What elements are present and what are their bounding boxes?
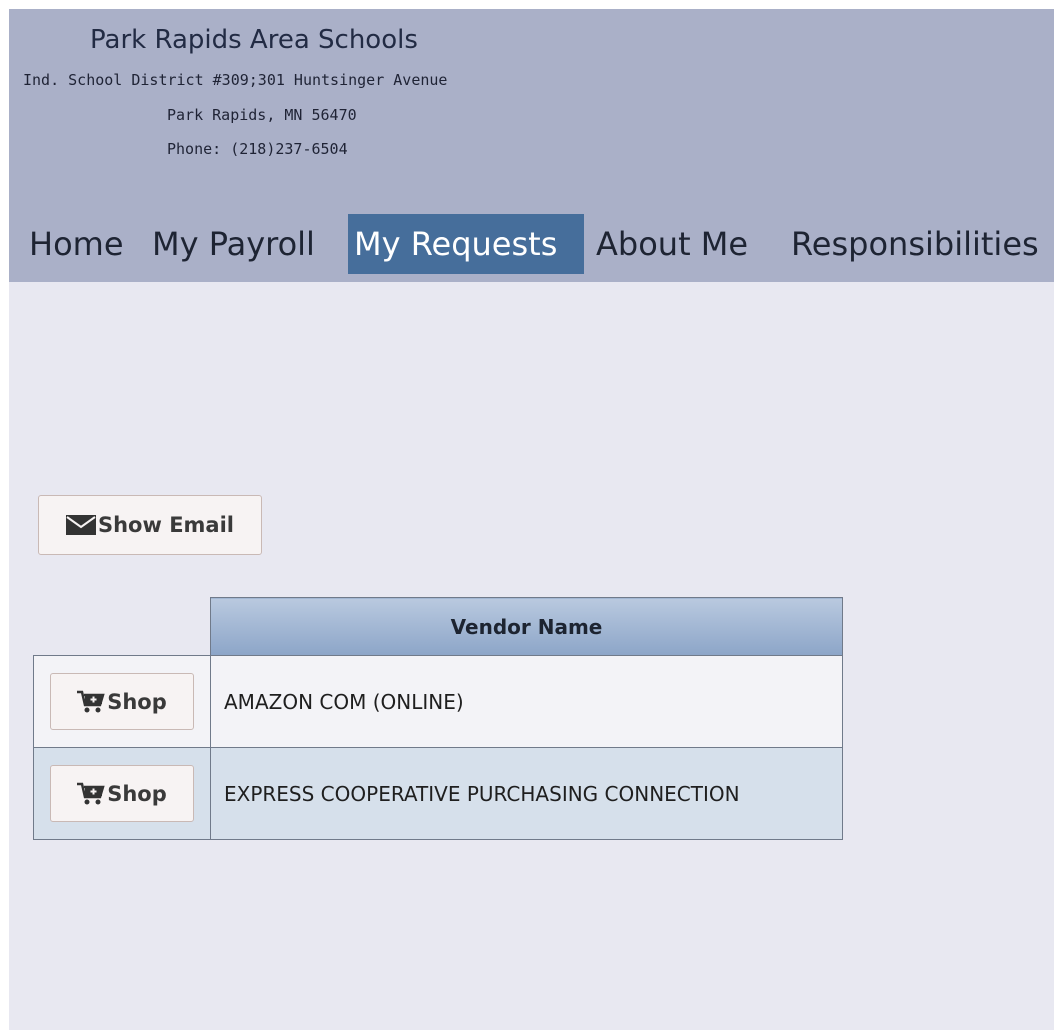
show-email-label: Show Email xyxy=(97,513,234,537)
address-line-1: Ind. School District #309;301 Huntsinger… xyxy=(23,71,448,89)
envelope-icon xyxy=(65,515,96,535)
main-nav: Home My Payroll My Requests About Me Res… xyxy=(9,214,1054,274)
table-row: Shop AMAZON COM (ONLINE) xyxy=(33,655,843,748)
page-frame: Park Rapids Area Schools Ind. School Dis… xyxy=(9,9,1054,1030)
nav-item-home[interactable]: Home xyxy=(23,214,130,274)
nav-item-responsibilities[interactable]: Responsibilities xyxy=(785,214,1045,274)
shopping-cart-icon xyxy=(77,690,105,712)
table-row: Shop EXPRESS COOPERATIVE PURCHASING CONN… xyxy=(33,747,843,840)
nav-item-my-requests[interactable]: My Requests xyxy=(348,214,584,274)
phone-number: Phone: (218)237-6504 xyxy=(167,140,348,158)
nav-item-about-me[interactable]: About Me xyxy=(590,214,754,274)
shop-button[interactable]: Shop xyxy=(50,673,194,730)
shop-cell: Shop xyxy=(33,747,211,840)
shop-cell: Shop xyxy=(33,655,211,748)
show-email-button[interactable]: Show Email xyxy=(38,495,262,555)
vendor-name: AMAZON COM (ONLINE) xyxy=(210,655,843,748)
vendor-name-column-header: Vendor Name xyxy=(210,597,843,656)
site-header: Park Rapids Area Schools Ind. School Dis… xyxy=(9,9,1054,282)
org-name: Park Rapids Area Schools xyxy=(90,25,418,55)
shop-button-label: Shop xyxy=(107,689,167,714)
address-line-2: Park Rapids, MN 56470 xyxy=(167,106,357,124)
action-column-header xyxy=(34,598,211,656)
vendors-table: Vendor Name Shop AMAZON COM (ONLINE) Sho… xyxy=(33,597,843,840)
shop-button[interactable]: Shop xyxy=(50,765,194,822)
vendor-name: EXPRESS COOPERATIVE PURCHASING CONNECTIO… xyxy=(210,747,843,840)
shop-button-label: Shop xyxy=(107,781,167,806)
shopping-cart-icon xyxy=(77,782,105,804)
nav-item-my-payroll[interactable]: My Payroll xyxy=(146,214,321,274)
